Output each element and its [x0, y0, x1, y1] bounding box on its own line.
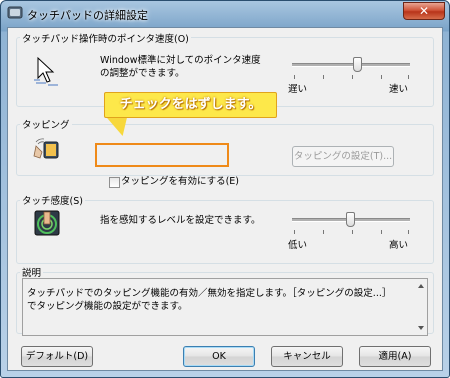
- tapping-icon: [33, 138, 59, 159]
- pointer-speed-tick: [408, 75, 409, 79]
- touch-sensitivity-group: [16, 200, 434, 264]
- pointer-speed-group-label: タッチパッド操作時のポインタ速度(O): [20, 31, 191, 45]
- close-button[interactable]: ✕: [403, 2, 445, 20]
- touch-sensitivity-max-label: 高い: [389, 240, 409, 251]
- ok-button[interactable]: OK: [183, 346, 255, 367]
- title-bar[interactable]: タッチパッドの詳細設定 ✕: [1, 1, 449, 27]
- pointer-speed-slider-thumb[interactable]: [353, 57, 362, 72]
- pointer-speed-tick: [323, 75, 324, 79]
- pointer-speed-tick: [381, 75, 382, 79]
- touch-sensitivity-slider-thumb[interactable]: [346, 212, 355, 227]
- tapping-enable-checkbox[interactable]: [109, 177, 120, 188]
- dialog-client-area: タッチパッド操作時のポインタ速度(O) Window標準に対してのポインタ速度 …: [7, 27, 443, 371]
- cancel-button[interactable]: キャンセル: [271, 346, 343, 367]
- instruction-callout: チェックをはずします。: [104, 92, 277, 118]
- window-title: タッチパッドの詳細設定: [27, 9, 148, 22]
- pointer-speed-min-label: 遅い: [288, 84, 308, 95]
- apply-button[interactable]: 適用(A): [359, 346, 431, 367]
- pointer-speed-tick: [294, 75, 295, 79]
- pointer-speed-max-label: 速い: [389, 84, 409, 95]
- default-button[interactable]: デフォルト(D): [21, 346, 93, 367]
- touch-sensitivity-tick: [323, 230, 324, 234]
- touch-sensitivity-icon: [34, 210, 60, 236]
- tapping-group-label: タッピング: [20, 117, 72, 131]
- pointer-speed-description: Window標準に対してのポインタ速度 の調整ができます。: [100, 55, 261, 79]
- touchpad-app-icon: [7, 6, 23, 19]
- description-scroll-arrows[interactable]: [416, 280, 426, 334]
- description-text: タッチパッドでのタッピング機能の有効／無効を指定します。［タッピングの設定...…: [27, 288, 392, 312]
- pointer-speed-tick: [352, 75, 353, 79]
- touch-sensitivity-description: 指を感知するレベルを設定できます。: [100, 215, 261, 226]
- touch-sensitivity-group-label: タッチ感度(S): [20, 193, 85, 207]
- pointer-speed-icon: [34, 56, 58, 86]
- tapping-settings-button[interactable]: タッピングの設定(T)...: [292, 146, 394, 167]
- touch-sensitivity-tick: [294, 230, 295, 234]
- description-box: タッチパッドでのタッピング機能の有効／無効を指定します。［タッピングの設定...…: [22, 278, 428, 336]
- pointer-speed-slider-track: [292, 63, 410, 67]
- touch-sensitivity-tick: [408, 230, 409, 234]
- dialog-window: タッチパッドの詳細設定 ✕ タッチパッド操作時のポインタ速度(O) Window…: [0, 0, 450, 378]
- description-group-label: 説明: [20, 265, 44, 279]
- tapping-enable-label[interactable]: タッピングを有効にする(E): [121, 175, 239, 188]
- touch-sensitivity-min-label: 低い: [288, 240, 308, 251]
- touch-sensitivity-tick: [352, 230, 353, 234]
- checkbox-highlight-box: [95, 143, 229, 167]
- touch-sensitivity-tick: [381, 230, 382, 234]
